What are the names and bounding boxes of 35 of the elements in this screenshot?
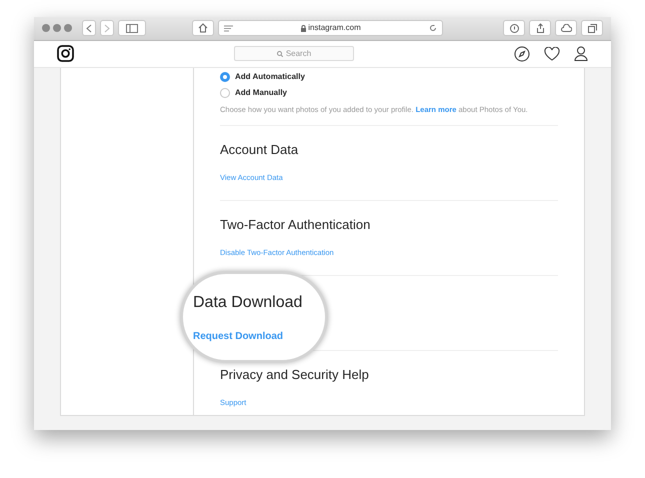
search-field[interactable]: Search (234, 46, 354, 62)
sidebar-button[interactable] (118, 20, 146, 36)
radio-button[interactable] (220, 72, 230, 82)
lock-icon (301, 24, 306, 32)
back-icon (86, 24, 92, 33)
info-icon (510, 24, 518, 33)
radio-button[interactable] (220, 88, 230, 98)
tabs-button[interactable] (581, 20, 603, 36)
reload-icon (429, 24, 437, 32)
share-button[interactable] (529, 20, 551, 36)
section-heading: Two-Factor Authentication (220, 216, 372, 234)
section-link[interactable]: Request Download (193, 328, 325, 344)
camera-logo-icon (57, 45, 74, 62)
profile-icon[interactable] (574, 46, 588, 62)
forward-icon (104, 24, 110, 33)
section-heading: Data Download (193, 292, 304, 312)
cloud-tabs-button[interactable] (555, 20, 577, 36)
option-label: Add Manually (235, 86, 288, 99)
extension-button[interactable] (503, 20, 525, 36)
back-button[interactable] (82, 20, 96, 36)
section-heading: Privacy and Security Help (220, 366, 370, 384)
compass-icon[interactable] (514, 46, 530, 62)
sidebar-icon (126, 24, 138, 33)
share-icon (536, 23, 544, 34)
cloud-icon (560, 24, 572, 32)
reader-icon (224, 24, 233, 32)
home-button[interactable] (192, 20, 214, 36)
section-heading: Account Data (220, 141, 300, 159)
address-bar[interactable]: instagram.com (218, 20, 443, 36)
heart-icon[interactable] (544, 46, 560, 61)
home-icon (198, 23, 208, 34)
search-icon (276, 50, 283, 57)
tabs-icon (588, 24, 596, 33)
address-text: instagram.com (308, 22, 361, 34)
option-label: Add Automatically (235, 70, 305, 83)
